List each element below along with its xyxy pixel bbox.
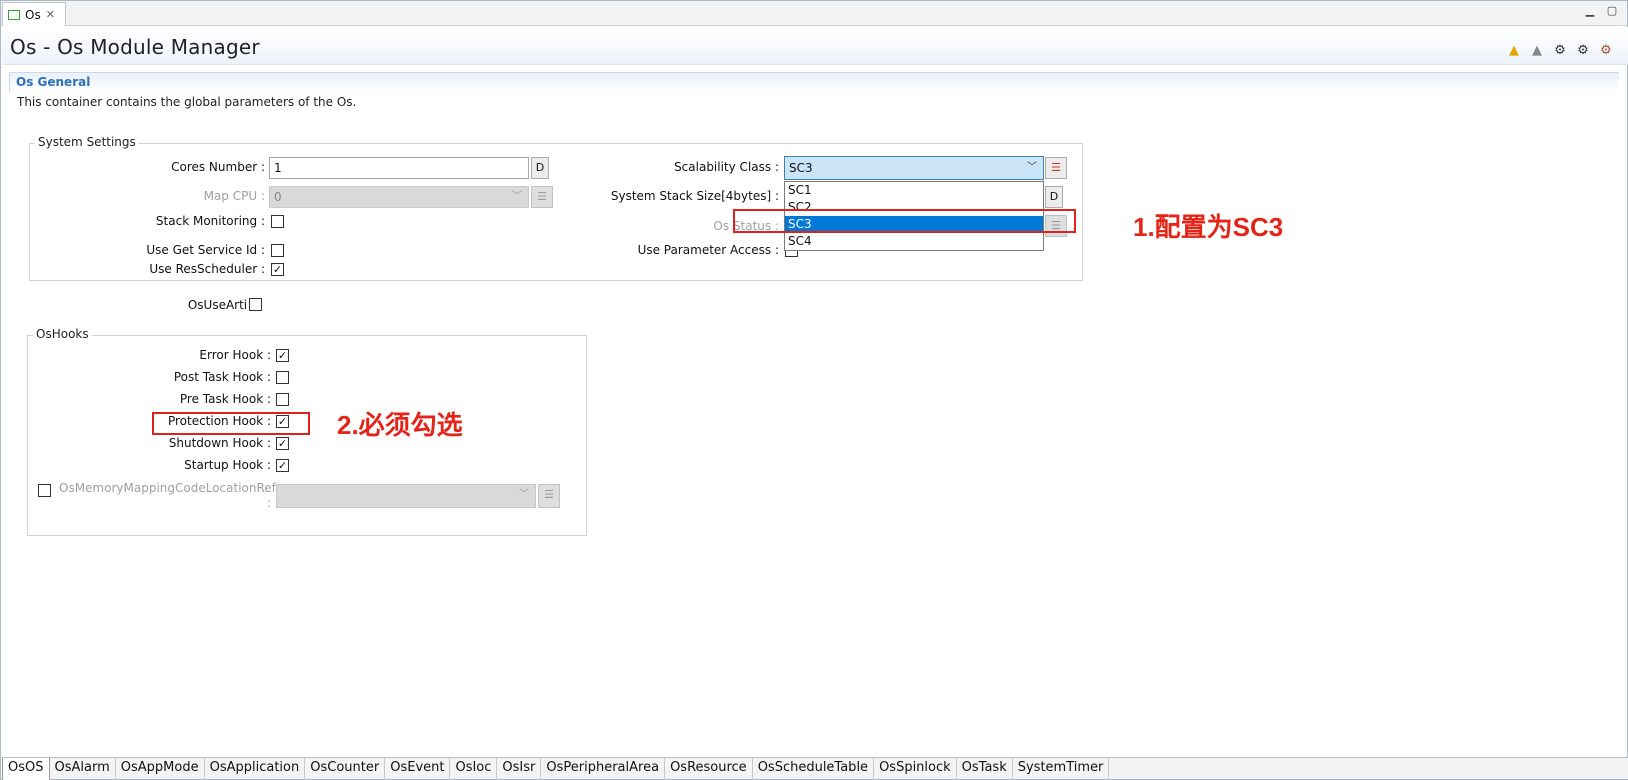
tab-osscheduletable[interactable]: OsScheduleTable: [753, 758, 875, 780]
tab-osspinlock[interactable]: OsSpinlock: [874, 758, 957, 780]
scalability-class-value: SC3: [789, 161, 813, 175]
chevron-down-icon: ﹀: [1027, 162, 1037, 173]
system-stack-size-default-button[interactable]: D: [1045, 186, 1063, 208]
tab-systemtimer[interactable]: SystemTimer: [1013, 758, 1110, 780]
tab-osos[interactable]: OsOS: [2, 758, 50, 780]
memory-mapping-select: ﹀: [276, 484, 536, 508]
tab-osalarm[interactable]: OsAlarm: [50, 758, 116, 780]
system-settings-title: System Settings: [35, 135, 139, 149]
validate-gear-icon[interactable]: ⚙: [1598, 43, 1614, 59]
startup-hook-checkbox[interactable]: ✓: [276, 459, 289, 472]
map-cpu-label: Map CPU :: [203, 189, 265, 203]
cores-number-input[interactable]: 1: [269, 157, 529, 179]
os-hooks-title: OsHooks: [33, 327, 92, 341]
tab-osisr[interactable]: OsIsr: [497, 758, 542, 780]
tab-ostask[interactable]: OsTask: [957, 758, 1013, 780]
system-stack-size-label: System Stack Size[4bytes] :: [610, 189, 779, 203]
map-cpu-select: 0 ﹀: [269, 186, 529, 208]
scalability-class-select[interactable]: SC3 ﹀: [784, 156, 1044, 180]
pre-task-hook-checkbox[interactable]: [276, 393, 289, 406]
memory-mapping-checkbox[interactable]: [38, 484, 51, 497]
memory-mapping-label-colon: :: [267, 496, 272, 510]
memory-mapping-label: OsMemoryMappingCodeLocationRef: [59, 481, 276, 495]
page-title: Os - Os Module Manager: [10, 35, 260, 59]
chevron-down-icon: ﹀: [512, 191, 522, 202]
minimize-icon[interactable]: ▁: [1583, 5, 1597, 17]
annotation-highlight-box: [152, 412, 310, 435]
use-get-service-id-checkbox[interactable]: [271, 244, 284, 257]
section-title: Os General: [16, 75, 91, 89]
annotation-note-1: 1.配置为SC3: [1133, 212, 1284, 242]
tab-osappmode[interactable]: OsAppMode: [116, 758, 205, 780]
post-task-hook-checkbox[interactable]: [276, 371, 289, 384]
shutdown-hook-label: Shutdown Hook :: [168, 436, 271, 450]
annotation-note-2: 2.必须勾选: [337, 410, 463, 440]
editor-tab-strip: Os ✕ ▁ ▢: [1, 1, 1627, 26]
cores-number-label: Cores Number :: [171, 160, 265, 174]
maximize-icon[interactable]: ▢: [1605, 5, 1619, 17]
use-resscheduler-label: Use ResScheduler :: [149, 262, 265, 276]
scalability-class-label: Scalability Class :: [674, 160, 779, 174]
dropdown-option[interactable]: SC1: [785, 182, 1043, 199]
warning-icon[interactable]: ▲: [1506, 43, 1522, 59]
dropdown-option[interactable]: SC4: [785, 233, 1043, 250]
editor-tab-label: Os: [25, 7, 41, 22]
editor-tab-os[interactable]: Os ✕: [2, 2, 66, 26]
tab-osevent[interactable]: OsEvent: [385, 758, 451, 780]
tab-osapplication[interactable]: OsApplication: [205, 758, 306, 780]
tab-osresource[interactable]: OsResource: [665, 758, 753, 780]
chevron-down-icon: ﹀: [519, 489, 529, 500]
os-use-arti-checkbox[interactable]: [249, 298, 262, 311]
editor-frame: Os ✕ ▁ ▢ Os - Os Module Manager ▲ ▲ ⚙ ⚙ …: [0, 0, 1628, 780]
use-resscheduler-checkbox[interactable]: ✓: [271, 263, 284, 276]
close-icon[interactable]: ✕: [46, 8, 55, 21]
tab-oscounter[interactable]: OsCounter: [305, 758, 386, 780]
section-header: Os General: [9, 72, 1619, 92]
stack-monitoring-checkbox[interactable]: [271, 215, 284, 228]
tab-osperipheralarea[interactable]: OsPeripheralArea: [541, 758, 666, 780]
stack-monitoring-label: Stack Monitoring :: [155, 214, 265, 228]
warning-gray-icon[interactable]: ▲: [1529, 43, 1545, 59]
map-cpu-value: 0: [274, 190, 282, 204]
startup-hook-label: Startup Hook :: [184, 458, 271, 472]
list-icon[interactable]: ☰: [1045, 157, 1067, 179]
os-use-arti-label: OsUseArti :: [187, 298, 255, 312]
error-hook-checkbox[interactable]: ✓: [276, 349, 289, 362]
list-icon: ☰: [538, 484, 560, 508]
post-task-hook-label: Post Task Hook :: [173, 370, 271, 384]
shutdown-hook-checkbox[interactable]: ✓: [276, 437, 289, 450]
use-get-service-id-label: Use Get Service Id :: [146, 243, 265, 257]
module-header: Os - Os Module Manager ▲ ▲ ⚙ ⚙ ⚙: [2, 27, 1628, 65]
config-file-icon: [8, 9, 20, 20]
cores-number-default-button[interactable]: D: [531, 157, 549, 179]
generate-gears-icon[interactable]: ⚙: [1575, 43, 1591, 59]
annotation-highlight-box: [733, 209, 1076, 233]
error-hook-label: Error Hook :: [199, 348, 271, 362]
use-parameter-access-label: Use Parameter Access :: [637, 243, 779, 257]
settings-gear-icon[interactable]: ⚙: [1552, 43, 1568, 59]
pre-task-hook-label: Pre Task Hook :: [179, 392, 271, 406]
tab-osioc[interactable]: OsIoc: [450, 758, 498, 780]
list-icon: ☰: [531, 186, 553, 208]
section-description: This container contains the global param…: [17, 95, 357, 109]
bottom-tab-bar: OsOS OsAlarm OsAppMode OsApplication OsC…: [2, 757, 1628, 780]
